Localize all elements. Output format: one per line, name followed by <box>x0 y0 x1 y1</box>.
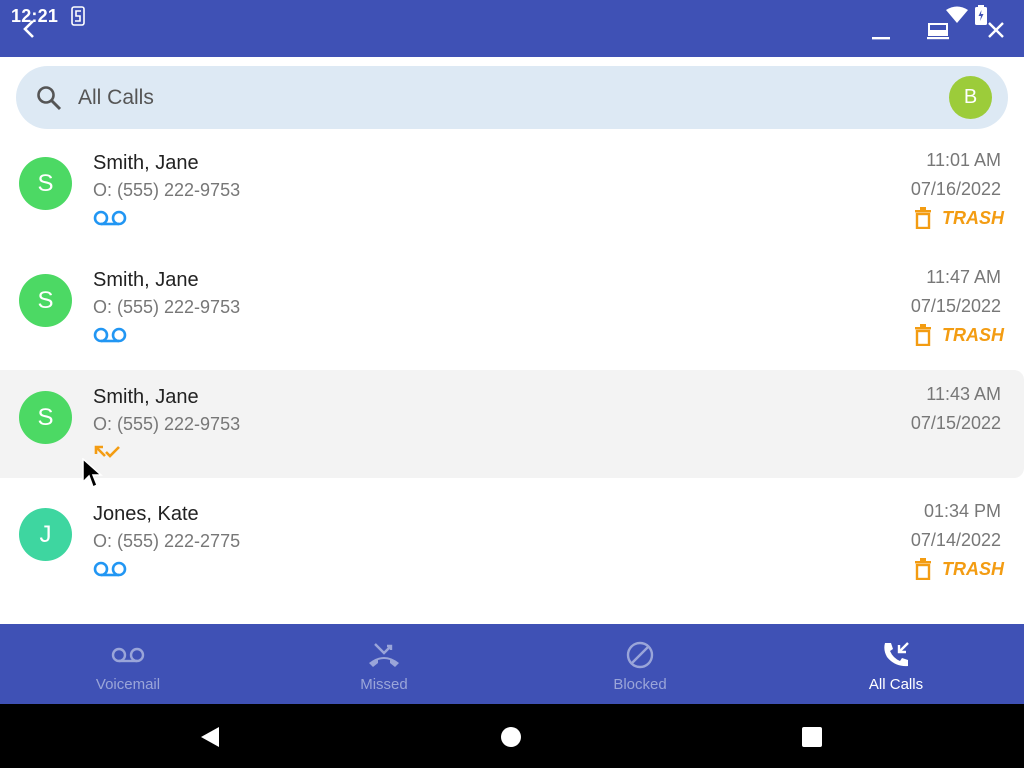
call-time: 11:43 AM <box>926 384 1001 404</box>
call-date: 07/14/2022 <box>910 530 1001 550</box>
call-date: 07/16/2022 <box>910 179 1001 199</box>
recents-square-icon <box>802 727 822 747</box>
sim-status-icon <box>71 6 85 26</box>
call-date: 07/15/2022 <box>910 413 1001 433</box>
back-triangle-icon <box>201 727 219 747</box>
close-icon <box>988 22 1004 38</box>
contact-avatar: S <box>19 391 72 444</box>
search-icon <box>37 86 62 111</box>
contact-phone: O: (555) 222-9753 <box>93 297 241 317</box>
trash-button[interactable]: TRASH <box>914 324 1004 346</box>
contact-avatar: S <box>19 157 72 210</box>
account-avatar[interactable]: B <box>949 76 992 119</box>
call-row[interactable]: S Smith, Jane O: (555) 222-9753 11:01 AM… <box>0 136 1024 244</box>
contact-avatar: J <box>19 508 72 561</box>
trash-icon <box>915 207 931 229</box>
tab-blocked[interactable]: Blocked <box>512 624 768 704</box>
trash-icon <box>915 324 931 346</box>
voicemail-icon <box>93 210 127 226</box>
contact-phone: O: (555) 222-9753 <box>93 414 241 434</box>
status-time: 12:21 <box>11 6 59 26</box>
contact-name: Smith, Jane <box>93 386 199 408</box>
trash-label: TRASH <box>942 558 1004 579</box>
search-input[interactable] <box>78 80 898 116</box>
app-window: 12:21 B <box>0 0 1024 768</box>
window-icon <box>927 23 949 40</box>
bottom-navigation: Voicemail Missed Blocked All Calls <box>0 624 1024 704</box>
call-time: 11:01 AM <box>926 150 1001 170</box>
system-home-button[interactable] <box>498 724 524 750</box>
trash-label: TRASH <box>942 207 1004 228</box>
call-list[interactable]: S Smith, Jane O: (555) 222-9753 11:01 AM… <box>0 136 1024 624</box>
voicemail-icon <box>111 647 145 663</box>
trash-button[interactable]: TRASH <box>914 558 1004 580</box>
voicemail-icon <box>93 327 127 343</box>
call-time: 11:47 AM <box>926 267 1001 287</box>
all-calls-icon <box>884 642 909 667</box>
blocked-icon <box>626 641 654 669</box>
tab-all-calls[interactable]: All Calls <box>768 624 1024 704</box>
contact-name: Smith, Jane <box>93 152 199 174</box>
tab-voicemail[interactable]: Voicemail <box>0 624 256 704</box>
call-date: 07/15/2022 <box>910 296 1001 316</box>
system-recents-button[interactable] <box>799 724 825 750</box>
call-row[interactable]: S Smith, Jane O: (555) 222-9753 11:47 AM… <box>0 253 1024 361</box>
close-button[interactable] <box>982 16 1010 44</box>
contact-name: Jones, Kate <box>93 503 199 525</box>
tab-label: Blocked <box>613 676 667 693</box>
tab-label: All Calls <box>868 676 924 693</box>
contact-avatar: S <box>19 274 72 327</box>
missed-call-icon <box>369 643 399 667</box>
trash-button[interactable]: TRASH <box>914 207 1004 229</box>
contact-phone: O: (555) 222-9753 <box>93 180 241 200</box>
incoming-call-icon <box>94 445 120 458</box>
system-back-button[interactable] <box>197 724 223 750</box>
tab-label: Voicemail <box>95 676 161 693</box>
call-row[interactable]: J Jones, Kate O: (555) 222-2775 01:34 PM… <box>0 487 1024 595</box>
tab-missed[interactable]: Missed <box>256 624 512 704</box>
voicemail-icon <box>93 561 127 577</box>
minimize-button[interactable] <box>867 16 895 44</box>
window-mode-button[interactable] <box>924 16 952 44</box>
trash-icon <box>915 558 931 580</box>
trash-label: TRASH <box>942 324 1004 345</box>
search-bar[interactable]: B <box>16 66 1008 129</box>
call-time: 01:34 PM <box>923 501 1001 521</box>
contact-name: Smith, Jane <box>93 269 199 291</box>
contact-phone: O: (555) 222-2775 <box>93 531 241 551</box>
system-navigation-bar <box>0 704 1024 768</box>
tab-label: Missed <box>360 676 408 693</box>
top-app-bar: 12:21 <box>0 0 1024 57</box>
home-circle-icon <box>501 727 521 747</box>
call-row[interactable]: S Smith, Jane O: (555) 222-9753 11:43 AM… <box>0 370 1024 478</box>
minimize-icon <box>872 37 890 40</box>
